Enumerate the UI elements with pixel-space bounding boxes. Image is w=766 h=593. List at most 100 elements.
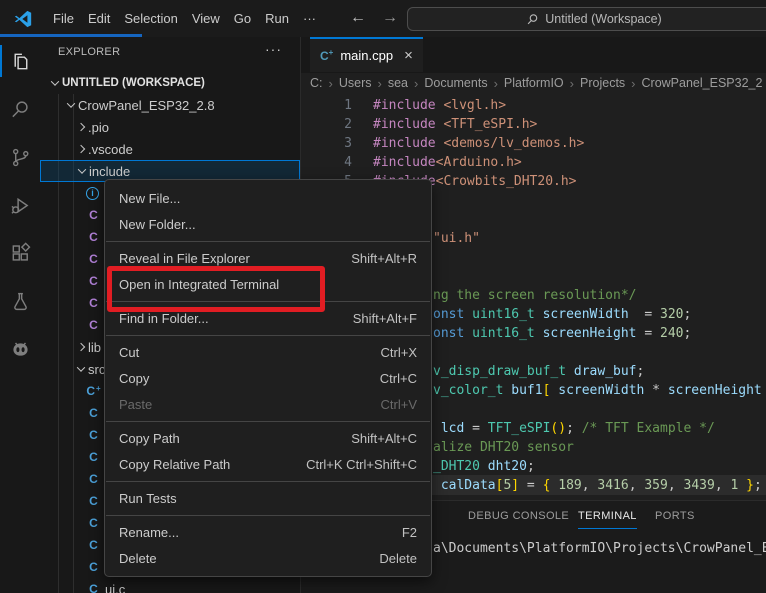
tab-main-cpp[interactable]: C+ main.cpp ×	[310, 37, 423, 72]
breadcrumb-separator-icon: ›	[378, 76, 382, 91]
menu-separator	[106, 335, 430, 336]
c-source-icon: C	[86, 494, 101, 508]
close-icon[interactable]: ×	[404, 47, 413, 64]
context-menu-item-newfolder[interactable]: New Folder...	[105, 211, 431, 237]
line-number: 4	[300, 153, 352, 172]
tree-item-crowpanel_esp32_2.8[interactable]: CrowPanel_ESP32_2.8	[40, 94, 300, 116]
menu-item-shortcut: Ctrl+X	[381, 345, 417, 360]
breadcrumb-item[interactable]: sea	[388, 76, 408, 90]
breadcrumb-item[interactable]: C:	[310, 76, 323, 90]
code-text: ng the screen resolution*/	[433, 286, 637, 305]
menu-item-label: Copy Relative Path	[119, 457, 230, 472]
c-source-icon: C	[86, 516, 101, 530]
menu-item-label: Reveal in File Explorer	[119, 251, 250, 266]
panel-tab-terminal[interactable]: TERMINAL	[578, 506, 637, 529]
menu-bar: FileEditSelectionViewGoRun···	[46, 0, 323, 37]
c-source-icon: C	[86, 538, 101, 552]
line-number: 3	[300, 134, 352, 153]
context-menu-item-copyrelativepath[interactable]: Copy Relative PathCtrl+K Ctrl+Shift+C	[105, 451, 431, 477]
context-menu-item-delete[interactable]: DeleteDelete	[105, 545, 431, 571]
menu-item-label: Copy	[119, 371, 149, 386]
menu-overflow-icon[interactable]: ···	[296, 7, 323, 31]
menu-item-label: Cut	[119, 345, 139, 360]
command-center-search[interactable]: Untitled (Workspace)	[407, 7, 766, 31]
context-menu-item-findinfolder[interactable]: Find in Folder...Shift+Alt+F	[105, 305, 431, 331]
menu-selection[interactable]: Selection	[117, 7, 184, 31]
breadcrumb-item[interactable]: Documents	[424, 76, 487, 90]
breadcrumb-item[interactable]: PlatformIO	[504, 76, 564, 90]
menu-run[interactable]: Run	[258, 7, 296, 31]
context-menu-item-cut[interactable]: Cut Ctrl+X	[105, 339, 431, 365]
breadcrumb-item[interactable]: Users	[339, 76, 372, 90]
nav-forward-icon[interactable]: →	[378, 6, 402, 30]
tree-item-untitledworkspace[interactable]: UNTITLED (WORKSPACE)	[40, 72, 300, 94]
context-menu-item-revealinfileexplorer[interactable]: Reveal in File Explorer Shift+Alt+R	[105, 245, 431, 271]
panel-tab-ports[interactable]: PORTS	[655, 506, 695, 526]
menu-item-shortcut: Shift+Alt+R	[351, 251, 417, 266]
c-source-icon: C	[86, 450, 101, 464]
menu-view[interactable]: View	[185, 7, 227, 31]
menu-separator	[106, 421, 430, 422]
nav-back-icon[interactable]: ←	[346, 6, 370, 30]
tree-item-.pio[interactable]: .pio	[40, 116, 300, 138]
search-icon	[9, 98, 32, 121]
code-text: "ui.h"	[433, 229, 480, 248]
c-header-icon: C	[86, 274, 101, 288]
breadcrumb-item[interactable]: CrowPanel_ESP32_2	[642, 76, 763, 90]
search-label: Untitled (Workspace)	[545, 12, 661, 26]
menu-item-shortcut: Shift+Alt+F	[353, 311, 417, 326]
context-menu-item-newfile[interactable]: New File...	[105, 185, 431, 211]
tab-bar: C+ main.cpp ×	[301, 37, 766, 73]
tree-item-.vscode[interactable]: .vscode	[40, 138, 300, 160]
breadcrumb-separator-icon: ›	[414, 76, 418, 91]
tree-item-label: .pio	[88, 120, 109, 135]
activity-search[interactable]	[0, 85, 40, 133]
menu-separator	[106, 301, 430, 302]
activity-explorer[interactable]	[0, 37, 40, 85]
context-menu-item-rename[interactable]: Rename...F2	[105, 519, 431, 545]
context-menu-item-copy[interactable]: CopyCtrl+C	[105, 365, 431, 391]
more-actions-icon[interactable]: ···	[265, 41, 282, 57]
menu-edit[interactable]: Edit	[81, 7, 117, 31]
context-menu-item-paste[interactable]: PasteCtrl+V	[105, 391, 431, 417]
tree-item-label: src	[88, 362, 105, 377]
code-text: onst uint16_t screenHeight = 240;	[433, 324, 691, 343]
activity-extensions[interactable]	[0, 229, 40, 277]
menu-item-label: Delete	[119, 551, 157, 566]
c-source-icon: C	[86, 472, 101, 486]
chevron-right-icon	[77, 123, 85, 131]
code-line: 4 #include<Arduino.h>	[300, 153, 766, 172]
menu-separator	[106, 241, 430, 242]
code-text: #include <lvgl.h>	[373, 96, 506, 115]
panel-tab-debugconsole[interactable]: DEBUG CONSOLE	[468, 506, 569, 526]
context-menu-item-runtests[interactable]: Run Tests	[105, 485, 431, 511]
code-text: v_color_t buf1[ screenWidth * screenHeig…	[433, 381, 762, 400]
tree-item-label: UNTITLED (WORKSPACE)	[62, 77, 205, 89]
sidebar-header: EXPLORER ···	[40, 37, 300, 67]
info-icon: i	[86, 187, 99, 200]
activity-run-and-debug[interactable]	[0, 181, 40, 229]
code-text: #include <demos/lv_demos.h>	[373, 134, 584, 153]
chevron-down-icon	[51, 77, 59, 85]
tree-item-ui.c[interactable]: Cui.c	[40, 578, 300, 593]
terminal-output[interactable]: a\Documents\PlatformIO\Projects\CrowPane…	[433, 541, 766, 556]
menu-item-label: Run Tests	[119, 491, 177, 506]
breadcrumb-item[interactable]: Projects	[580, 76, 625, 90]
chevron-down-icon	[67, 99, 75, 107]
activity-source-control[interactable]	[0, 133, 40, 181]
files-icon	[9, 50, 32, 73]
menu-file[interactable]: File	[46, 7, 81, 31]
menu-item-label: Rename...	[119, 525, 179, 540]
code-text: v_disp_draw_buf_t draw_buf;	[433, 362, 644, 381]
context-menu-item-copypath[interactable]: Copy PathShift+Alt+C	[105, 425, 431, 451]
c-source-icon: C	[86, 582, 101, 593]
tab-label: main.cpp	[340, 48, 393, 63]
code-text: #include<Arduino.h>	[373, 153, 522, 172]
tree-item-label: CrowPanel_ESP32_2.8	[78, 98, 215, 113]
activity-testing[interactable]	[0, 277, 40, 325]
context-menu-item-openinintegratedterminal[interactable]: Open in Integrated Terminal	[105, 271, 431, 297]
chevron-right-icon	[77, 343, 85, 351]
chevron-down-icon	[77, 363, 85, 371]
menu-go[interactable]: Go	[227, 7, 258, 31]
activity-platformio[interactable]	[0, 325, 40, 373]
